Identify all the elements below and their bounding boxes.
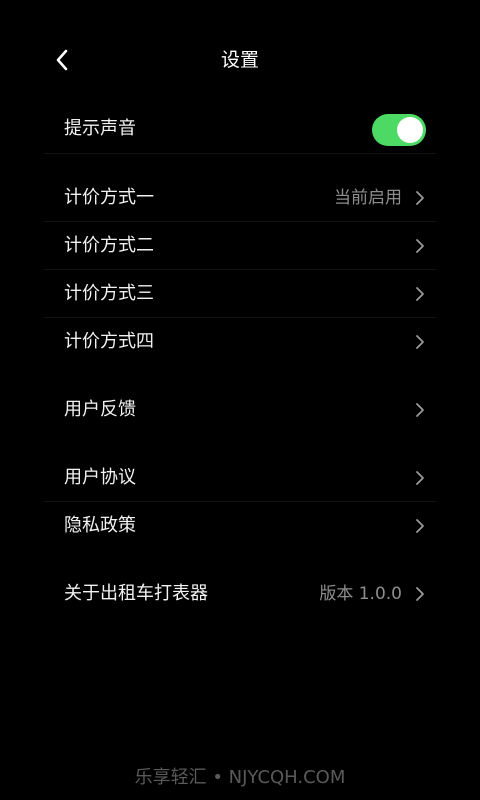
divider [44, 153, 436, 154]
row-pricing-1[interactable]: 计价方式一 当前启用 [44, 174, 436, 222]
row-pricing-1-label: 计价方式一 [64, 187, 154, 208]
watermark: 乐享轻汇 • NJYCQH.COM [134, 767, 346, 788]
row-about-version: 版本 1.0.0 [319, 584, 402, 604]
chevron-right-icon [416, 191, 424, 205]
row-pricing-3[interactable]: 计价方式三 [44, 270, 436, 318]
chevron-right-icon [416, 287, 424, 301]
row-pricing-2-label: 计价方式二 [64, 235, 154, 256]
row-pricing-4[interactable]: 计价方式四 [44, 318, 436, 366]
chevron-left-icon [56, 49, 68, 71]
row-about[interactable]: 关于出租车打表器 版本 1.0.0 [44, 570, 436, 618]
row-pricing-4-label: 计价方式四 [64, 331, 154, 352]
chevron-right-icon [416, 403, 424, 417]
row-sound-label: 提示声音 [64, 118, 136, 139]
chevron-right-icon [416, 587, 424, 601]
row-about-label: 关于出租车打表器 [64, 583, 208, 604]
sound-toggle[interactable] [372, 114, 426, 146]
row-sound: 提示声音 [44, 105, 436, 153]
chevron-right-icon [416, 471, 424, 485]
row-feedback-label: 用户反馈 [64, 399, 136, 420]
row-agreement-label: 用户协议 [64, 467, 136, 488]
row-pricing-3-label: 计价方式三 [64, 283, 154, 304]
back-button[interactable] [44, 40, 80, 80]
row-agreement[interactable]: 用户协议 [44, 454, 436, 502]
row-pricing-1-status: 当前启用 [334, 188, 402, 208]
chevron-right-icon [416, 519, 424, 533]
settings-screen: 设置 提示声音 计价方式一 当前启用 计价方式二 计价方式三 计价方式四 用户反… [0, 0, 480, 800]
header: 设置 [0, 36, 480, 84]
chevron-right-icon [416, 335, 424, 349]
row-pricing-2[interactable]: 计价方式二 [44, 222, 436, 270]
row-privacy[interactable]: 隐私政策 [44, 502, 436, 550]
chevron-right-icon [416, 239, 424, 253]
toggle-knob [397, 117, 423, 143]
row-privacy-label: 隐私政策 [64, 515, 136, 536]
row-feedback[interactable]: 用户反馈 [44, 386, 436, 434]
